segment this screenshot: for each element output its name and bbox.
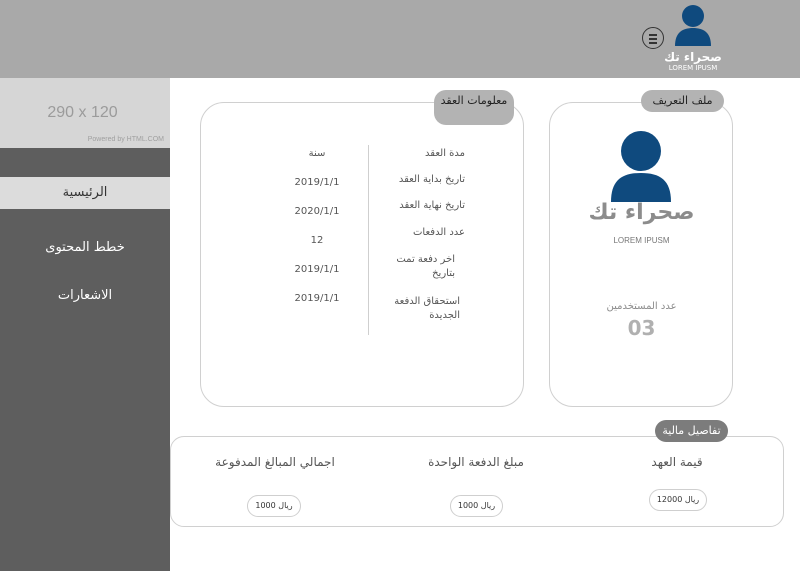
- contract-card: [200, 102, 524, 407]
- contract-value: 2020/1/1: [294, 206, 340, 217]
- contract-divider: [368, 145, 369, 335]
- finance-value-badge: 12000 ريال: [649, 489, 707, 511]
- banner-size-text: 290 x 120: [47, 104, 118, 121]
- profile-name: صحراء تك: [588, 200, 695, 225]
- contract-value: 12: [310, 235, 324, 246]
- top-header: صحراء تك LOREM IPUSM: [0, 0, 800, 78]
- banner-powered-text: Powered by HTML.COM: [87, 136, 164, 143]
- sidebar: 290 x 120 Powered by HTML.COM الرئيسية خ…: [0, 78, 170, 571]
- contract-label: تاريخ نهاية العقد: [399, 200, 465, 211]
- contract-value: 2019/1/1: [294, 177, 340, 188]
- sidebar-item-home[interactable]: الرئيسية: [0, 177, 170, 209]
- contract-label: اخر دفعة تمت بتاريخ: [396, 254, 455, 279]
- users-count-value: 03: [627, 316, 656, 340]
- profile-title: ملف التعريف: [641, 90, 724, 112]
- header-user-name: صحراء تك: [664, 50, 722, 64]
- banner-placeholder: 290 x 120 Powered by HTML.COM: [0, 78, 170, 148]
- contract-label: استحقاق الدفعة الجديدة: [394, 296, 460, 321]
- finance-label: اجمالي المبالغ المدفوعة: [215, 455, 335, 469]
- sidebar-item-notifications[interactable]: الاشعارات: [0, 280, 170, 312]
- header-user-subtitle: LOREM IPUSM: [668, 64, 718, 72]
- menu-circle-icon[interactable]: [642, 27, 664, 49]
- finance-label: مبلغ الدفعة الواحدة: [428, 455, 524, 469]
- contract-value: 2019/1/1: [294, 264, 340, 275]
- sidebar-item-content-plans[interactable]: خطط المحتوى: [0, 232, 170, 264]
- profile-avatar-icon: [611, 131, 671, 202]
- contract-value: 2019/1/1: [294, 293, 340, 304]
- user-avatar-icon: [675, 5, 711, 46]
- finance-label: قيمة العهد: [651, 455, 703, 469]
- profile-subtitle: LOREM IPUSM: [613, 236, 670, 245]
- contract-label: مدة العقد: [425, 148, 465, 159]
- finance-value-badge: 1000 ريال: [450, 495, 503, 517]
- users-count-label: عدد المستخدمين: [606, 301, 677, 312]
- contract-title: معلومات العقد: [434, 90, 514, 125]
- contract-value: سنة: [308, 148, 326, 159]
- finance-title: تفاصيل مالية: [655, 420, 728, 442]
- header-user[interactable]: صحراء تك LOREM IPUSM: [662, 2, 724, 73]
- contract-label: تاريخ بداية العقد: [398, 174, 465, 185]
- finance-value-badge: 1000 ريال: [247, 495, 301, 517]
- contract-label: عدد الدفعات: [413, 227, 465, 238]
